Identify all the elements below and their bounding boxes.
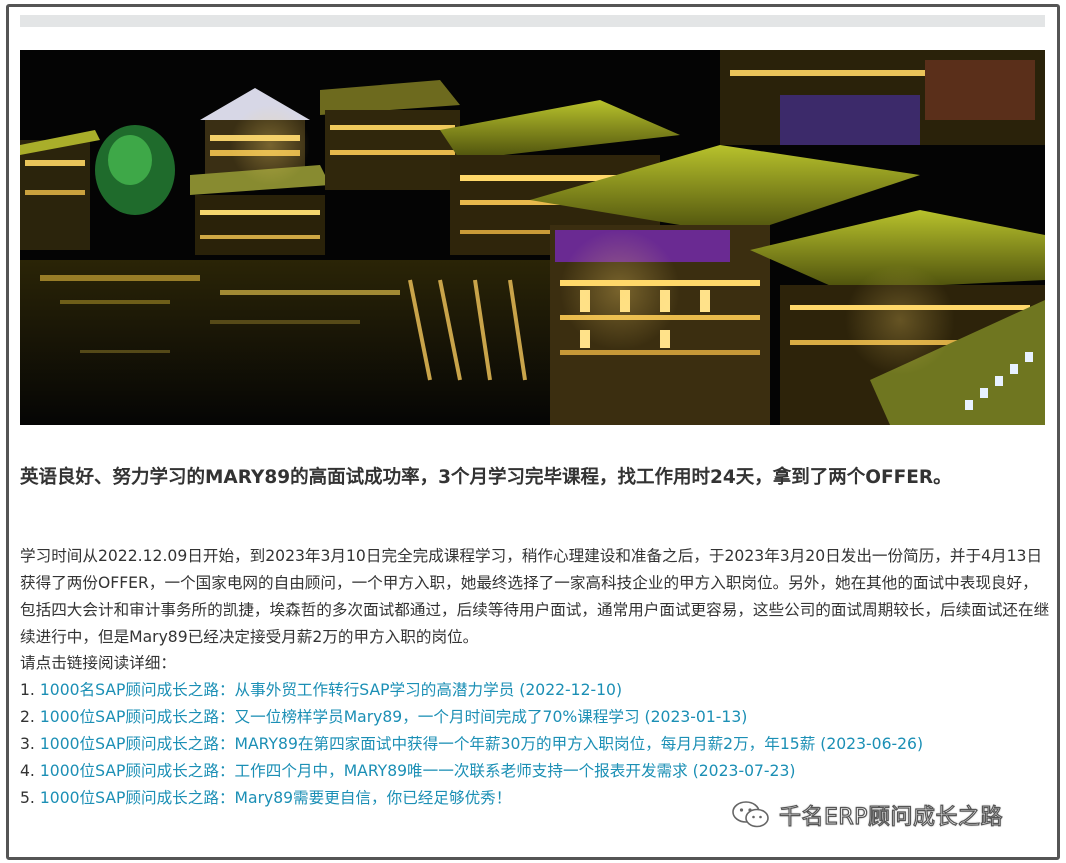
link-number: 3.: [20, 735, 35, 753]
related-link[interactable]: 1000名SAP顾问成长之路：从事外贸工作转行SAP学习的高潜力学员 (2022…: [40, 681, 622, 699]
wechat-icon: [732, 801, 769, 828]
watermark-text: 千名ERP顾问成长之路: [778, 804, 1003, 830]
watermark: 千名ERP顾问成长之路: [731, 799, 1003, 831]
related-link[interactable]: 1000位SAP顾问成长之路：MARY89在第四家面试中获得一个年薪30万的甲方…: [40, 735, 923, 753]
link-number: 2.: [20, 708, 35, 726]
article-headline: 英语良好、努力学习的MARY89的高面试成功率，3个月学习完毕课程，找工作用时2…: [20, 467, 952, 488]
hero-image: [20, 50, 1045, 425]
related-link[interactable]: 1000位SAP顾问成长之路：Mary89需要更自信，你已经足够优秀！: [40, 789, 512, 807]
link-number: 4.: [20, 762, 35, 780]
list-item: 1. 1000名SAP顾问成长之路：从事外贸工作转行SAP学习的高潜力学员 (2…: [20, 677, 923, 704]
link-prompt: 请点击链接阅读详细：: [20, 654, 176, 672]
related-link[interactable]: 1000位SAP顾问成长之路：工作四个月中，MARY89唯一一次联系老师支持一个…: [40, 762, 796, 780]
list-item: 4. 1000位SAP顾问成长之路：工作四个月中，MARY89唯一一次联系老师支…: [20, 758, 923, 785]
article-card: 英语良好、努力学习的MARY89的高面试成功率，3个月学习完毕课程，找工作用时2…: [6, 4, 1060, 860]
list-item: 3. 1000位SAP顾问成长之路：MARY89在第四家面试中获得一个年薪30万…: [20, 731, 923, 758]
list-item: 2. 1000位SAP顾问成长之路：又一位榜样学员Mary89，一个月时间完成了…: [20, 704, 923, 731]
article-body: 学习时间从2022.12.09日开始，到2023年3月10日完全完成课程学习，稍…: [20, 547, 1050, 646]
link-number: 1.: [20, 681, 35, 699]
related-link[interactable]: 1000位SAP顾问成长之路：又一位榜样学员Mary89，一个月时间完成了70%…: [40, 708, 747, 726]
night-town-photo: [20, 50, 1045, 425]
link-number: 5.: [20, 789, 35, 807]
related-links: 1. 1000名SAP顾问成长之路：从事外贸工作转行SAP学习的高潜力学员 (2…: [20, 677, 923, 812]
top-divider: [20, 15, 1045, 27]
